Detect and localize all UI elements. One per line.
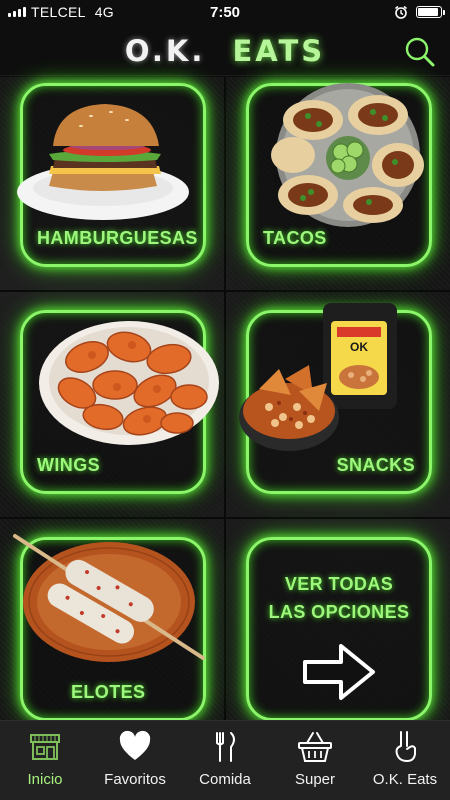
app-header: O.K. EATS xyxy=(0,24,450,76)
app-title: O.K. EATS xyxy=(0,34,450,68)
tile-label: VER TODAS LAS OPCIONES xyxy=(249,570,429,626)
ok-hand-icon xyxy=(395,731,416,762)
nav-item-super[interactable]: Super xyxy=(270,721,360,800)
nav-label: Super xyxy=(294,771,336,788)
bottom-nav: Inicio Favoritos Comida Super O.K. Eats xyxy=(0,720,450,800)
clock: 7:50 xyxy=(209,4,241,21)
battery-icon xyxy=(416,6,445,18)
grid-divider-horizontal xyxy=(0,517,450,519)
wings-image xyxy=(39,321,219,445)
status-bar: TELCEL 4G 7:50 xyxy=(0,0,450,24)
nav-label: Comida xyxy=(199,771,251,788)
nav-item-favoritos[interactable]: Favoritos xyxy=(90,721,180,800)
search-icon[interactable] xyxy=(404,36,436,68)
hamburger-image xyxy=(17,104,189,220)
nav-item-comida[interactable]: Comida xyxy=(180,721,270,800)
tile-label: TACOS xyxy=(263,228,327,248)
status-right xyxy=(394,5,445,19)
tile-label: WINGS xyxy=(37,455,100,475)
label-line-1: VER TODAS xyxy=(284,574,394,594)
category-tile-snacks[interactable]: OK SNACKS xyxy=(239,303,432,494)
alarm-icon xyxy=(395,5,407,19)
nav-label: O.K. Eats xyxy=(372,771,438,788)
title-part-eats: EATS xyxy=(232,34,326,68)
category-tile-wings[interactable]: WINGS xyxy=(20,310,219,494)
tacos-image xyxy=(271,83,424,227)
nav-item-ok-eats[interactable]: O.K. Eats xyxy=(360,721,450,800)
view-all-options-tile[interactable]: VER TODAS LAS OPCIONES xyxy=(246,537,432,721)
grid-divider-vertical xyxy=(224,77,226,720)
elotes-image xyxy=(13,534,205,662)
tile-label: ELOTES xyxy=(71,682,146,702)
tile-label: HAMBURGUESAS xyxy=(37,228,198,248)
heart-icon xyxy=(119,730,151,760)
tile-label: SNACKS xyxy=(336,455,415,475)
snacks-image: OK xyxy=(239,303,397,451)
basket-icon xyxy=(298,732,332,762)
category-tile-hamburguesas[interactable]: HAMBURGUESAS xyxy=(17,83,206,267)
arrow-right-icon xyxy=(303,644,375,700)
snack-bag-text: OK xyxy=(350,340,368,354)
category-tile-elotes[interactable]: ELOTES xyxy=(13,534,206,721)
utensils-icon xyxy=(216,732,235,762)
title-part-ok: O.K. xyxy=(124,34,206,68)
battery-fill xyxy=(418,8,438,16)
category-tile-tacos[interactable]: TACOS xyxy=(246,83,432,267)
grid-divider-horizontal xyxy=(0,290,450,292)
nav-label: Favoritos xyxy=(104,771,166,788)
nav-item-inicio[interactable]: Inicio xyxy=(0,721,90,800)
store-icon xyxy=(30,734,60,760)
nav-label: Inicio xyxy=(27,771,63,788)
label-line-2: LAS OPCIONES xyxy=(268,602,410,622)
